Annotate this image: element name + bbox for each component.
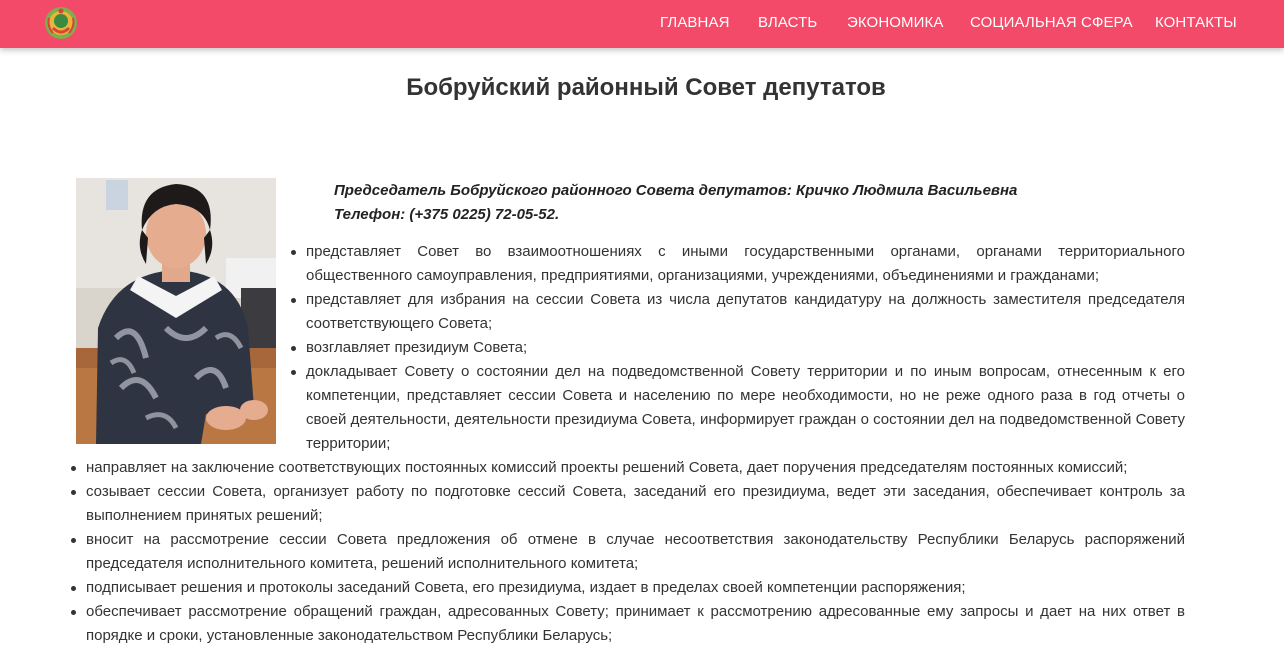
nav-item-economy[interactable]: ЭКОНОМИКА [847, 14, 943, 31]
belarus-emblem-icon[interactable] [44, 6, 78, 40]
nav-item-main[interactable]: ГЛАВНАЯ [660, 14, 730, 31]
page-title: Бобруйский районный Совет депутатов [406, 74, 886, 101]
list-item: докладывает Совету о состоянии дел на по… [291, 360, 1185, 456]
nav-item-social-sphere[interactable]: СОЦИАЛЬНАЯ СФЕРА [970, 14, 1133, 31]
list-item: созывает сессии Совета, организует работ… [71, 480, 1185, 528]
chairman-title: Председатель Бобруйского районного Совет… [334, 182, 1018, 199]
nav-item-power[interactable]: ВЛАСТЬ [758, 14, 817, 31]
list-item: представляет для избрания на сессии Сове… [291, 288, 1185, 336]
list-item: вносит на рассмотрение сессии Совета пре… [71, 528, 1185, 576]
nav-item-contacts[interactable]: КОНТАКТЫ [1155, 14, 1237, 31]
list-item: возглавляет президиум Совета; [291, 336, 1185, 360]
list-item: представляет Совет во взаимоотношениях с… [291, 240, 1185, 288]
list-item: подписывает решения и протоколы заседани… [71, 576, 1185, 600]
duties-list: представляет Совет во взаимоотношениях с… [0, 240, 1284, 648]
list-item: обеспечивает рассмотрение обращений граж… [71, 600, 1185, 648]
chairman-phone: Телефон: (+375 0225) 72-05-52. [334, 206, 560, 223]
list-item: направляет на заключение соответствующих… [71, 456, 1185, 480]
top-navbar: ГЛАВНАЯ ВЛАСТЬ ЭКОНОМИКА СОЦИАЛЬНАЯ СФЕР… [0, 0, 1284, 48]
